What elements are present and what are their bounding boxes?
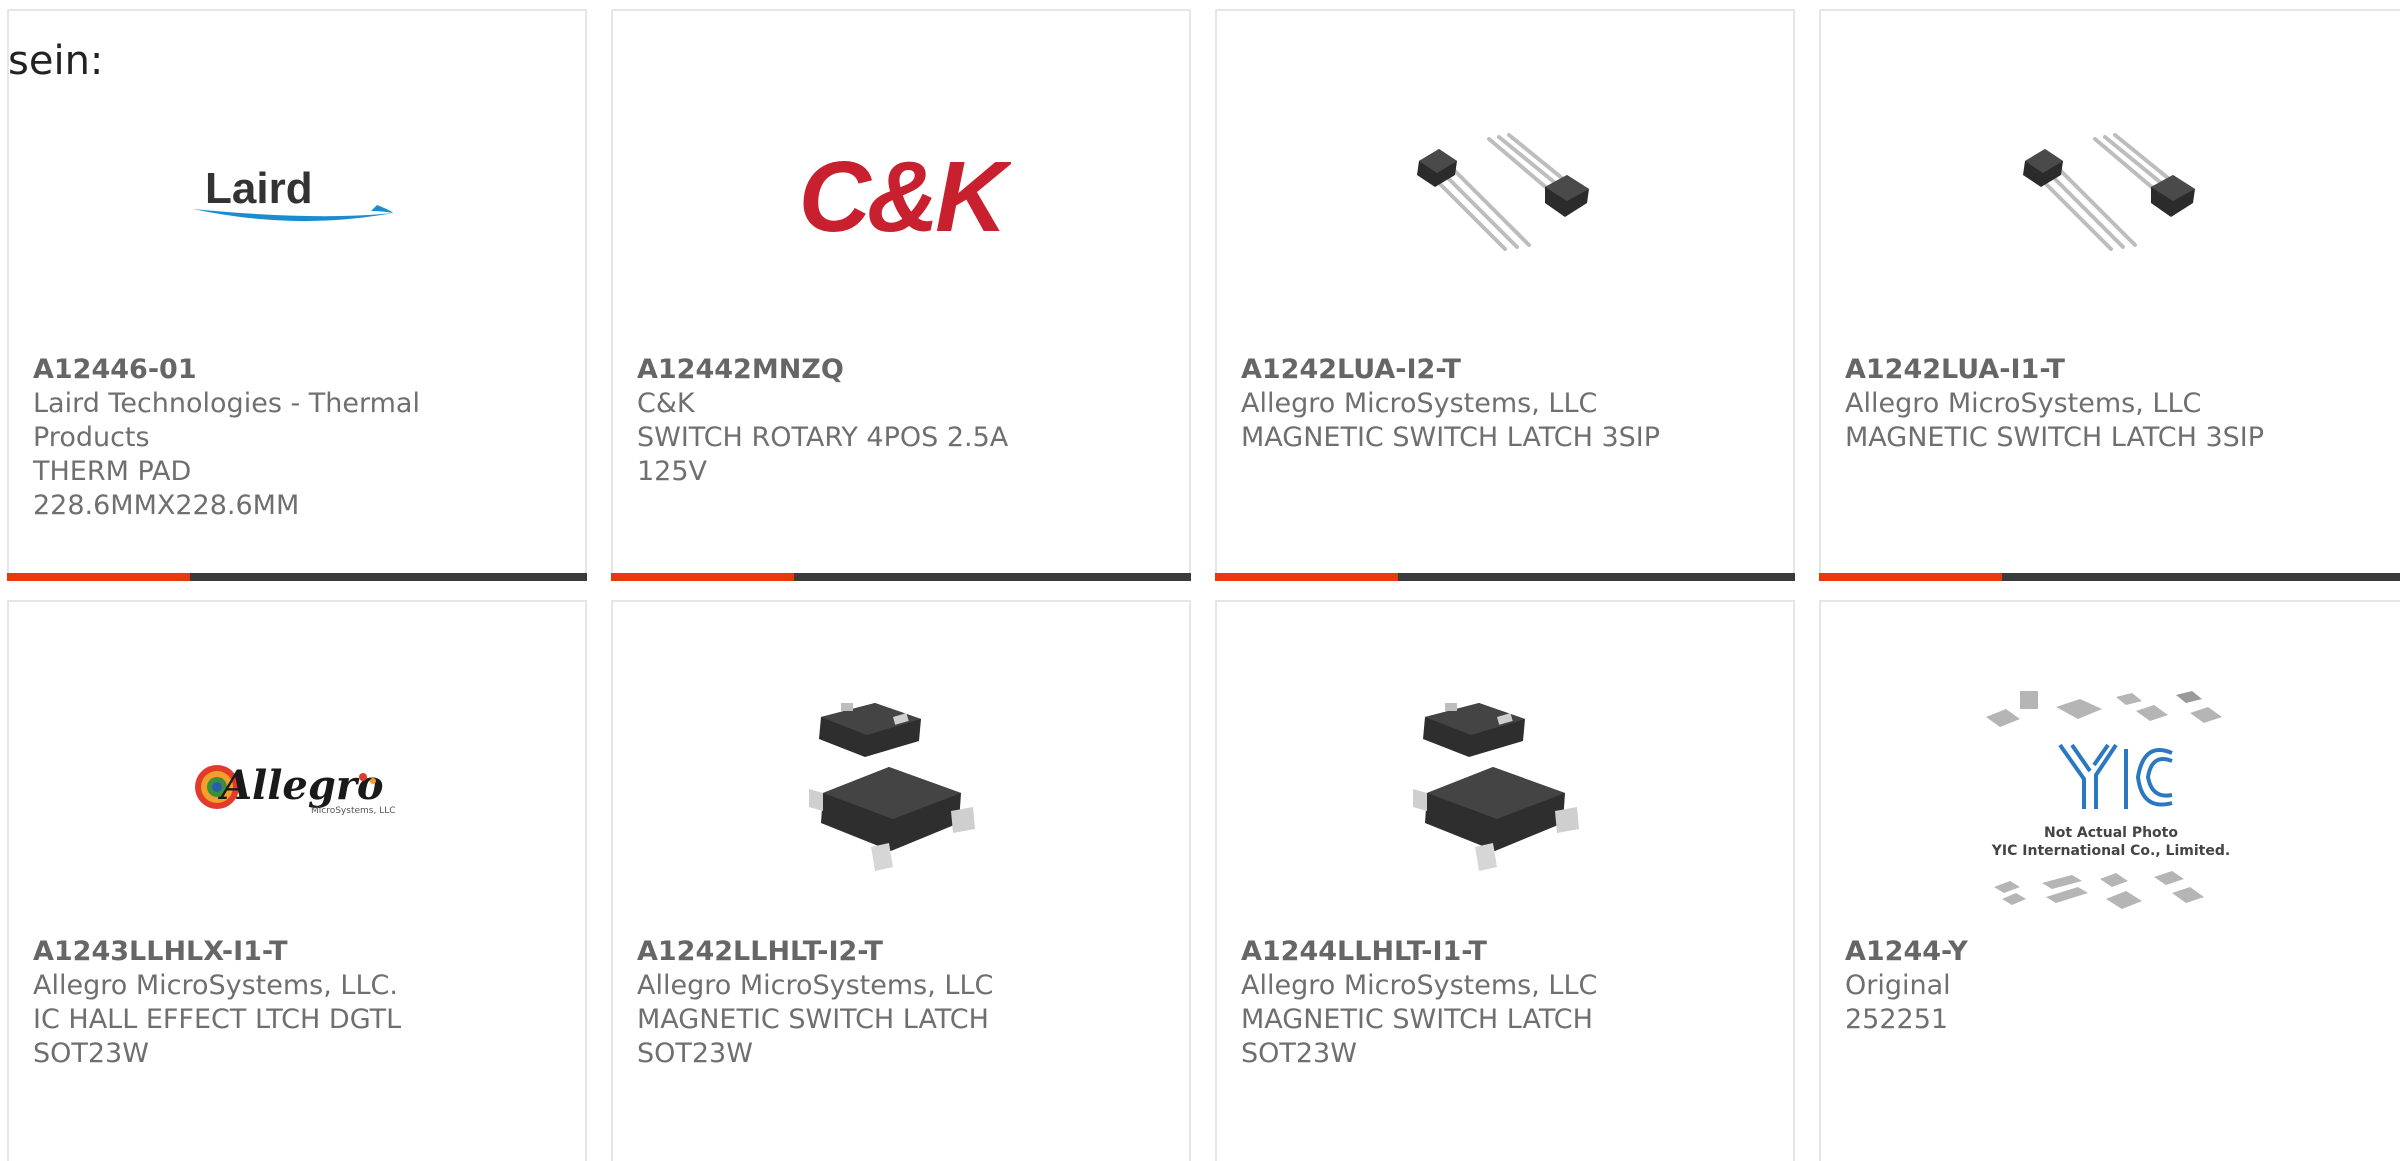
- product-image[interactable]: Allegro MicroSystems, LLC: [9, 662, 585, 912]
- product-image[interactable]: [1217, 662, 1793, 912]
- product-card[interactable]: Allegro MicroSystems, LLC A1243LLHLX-I1-…: [7, 600, 587, 1161]
- description: MAGNETIC SWITCH LATCH 3SIP: [1845, 422, 2265, 453]
- product-image[interactable]: C&K: [613, 71, 1189, 321]
- product-card[interactable]: Laird A12446-01 Laird Technologies - The…: [7, 9, 587, 581]
- page-caption: sein:: [8, 38, 104, 84]
- part-number[interactable]: A1242LUA-I1-T: [1845, 353, 2265, 387]
- yic-placeholder-icon: Not Actual Photo YIC International Co., …: [1985, 691, 2230, 909]
- svg-text:YIC International Co., Limited: YIC International Co., Limited.: [1990, 843, 2229, 859]
- product-info: A1242LLHLT-I2-T Allegro MicroSystems, LL…: [637, 935, 1057, 1071]
- to92-component-icon: [1417, 133, 1589, 251]
- part-number[interactable]: A1242LLHLT-I2-T: [637, 935, 1057, 969]
- card-bottom-bar-accent: [611, 573, 794, 581]
- product-image[interactable]: Not Actual Photo YIC International Co., …: [1821, 687, 2400, 927]
- description: MAGNETIC SWITCH LATCH SOT23W: [637, 1004, 989, 1069]
- manufacturer: Laird Technologies - Thermal Products: [33, 388, 420, 453]
- part-number[interactable]: A12446-01: [33, 353, 453, 387]
- svg-text:Not Actual Photo: Not Actual Photo: [2044, 825, 2178, 841]
- product-info: A1243LLHLX-I1-T Allegro MicroSystems, LL…: [33, 935, 453, 1071]
- svg-text:C&K: C&K: [799, 141, 1011, 251]
- product-info: A12442MNZQ C&K SWITCH ROTARY 4POS 2.5A 1…: [637, 353, 1057, 489]
- card-bottom-bar-accent: [7, 573, 190, 581]
- product-image[interactable]: [613, 662, 1189, 912]
- product-info: A1242LUA-I1-T Allegro MicroSystems, LLC …: [1845, 353, 2265, 455]
- to92-component-icon: [2022, 133, 2195, 251]
- description: 252251: [1845, 1004, 1949, 1035]
- product-card[interactable]: C&K A12442MNZQ C&K SWITCH ROTARY 4POS 2.…: [611, 9, 1191, 581]
- card-bottom-bar: [1819, 573, 2400, 581]
- product-image[interactable]: Laird: [9, 71, 585, 321]
- sot23-component-icon: [1413, 703, 1579, 871]
- product-info: A12446-01 Laird Technologies - Thermal P…: [33, 353, 453, 523]
- card-bottom-bar: [611, 573, 1191, 581]
- manufacturer: Allegro MicroSystems, LLC.: [33, 970, 398, 1001]
- product-card[interactable]: A1242LUA-I1-T Allegro MicroSystems, LLC …: [1819, 9, 2400, 581]
- description: IC HALL EFFECT LTCH DGTL SOT23W: [33, 1004, 402, 1069]
- description: MAGNETIC SWITCH LATCH 3SIP: [1241, 422, 1661, 453]
- part-number[interactable]: A1244-Y: [1845, 935, 2265, 969]
- product-info: A1244-Y Original 252251: [1845, 935, 2265, 1037]
- manufacturer: Allegro MicroSystems, LLC: [637, 970, 994, 1001]
- svg-text:Laird: Laird: [205, 164, 313, 213]
- card-bottom-bar: [1215, 573, 1795, 581]
- product-image[interactable]: [1821, 71, 2400, 321]
- description: THERM PAD 228.6MMX228.6MM: [33, 456, 300, 521]
- manufacturer: Original: [1845, 970, 1951, 1001]
- svg-text:Allegro: Allegro: [217, 762, 384, 809]
- manufacturer: Allegro MicroSystems, LLC: [1845, 388, 2202, 419]
- part-number[interactable]: A1242LUA-I2-T: [1241, 353, 1661, 387]
- card-bottom-bar: [7, 573, 587, 581]
- product-grid-page: sein: Laird A12446-01 Laird Technologies…: [0, 0, 2400, 1161]
- part-number[interactable]: A1244LLHLT-I1-T: [1241, 935, 1661, 969]
- card-bottom-bar-accent: [1819, 573, 2002, 581]
- product-info: A1244LLHLT-I1-T Allegro MicroSystems, LL…: [1241, 935, 1661, 1071]
- product-info: A1242LUA-I2-T Allegro MicroSystems, LLC …: [1241, 353, 1661, 455]
- ck-logo-icon: C&K: [799, 141, 1011, 251]
- manufacturer: Allegro MicroSystems, LLC: [1241, 388, 1598, 419]
- manufacturer: C&K: [637, 388, 695, 419]
- allegro-logo-icon: Allegro MicroSystems, LLC: [195, 762, 396, 816]
- part-number[interactable]: A12442MNZQ: [637, 353, 1057, 387]
- laird-logo-icon: Laird: [193, 164, 393, 222]
- part-number[interactable]: A1243LLHLX-I1-T: [33, 935, 453, 969]
- product-image[interactable]: [1217, 71, 1793, 321]
- description: MAGNETIC SWITCH LATCH SOT23W: [1241, 1004, 1593, 1069]
- card-bottom-bar-accent: [1215, 573, 1398, 581]
- manufacturer: Allegro MicroSystems, LLC: [1241, 970, 1598, 1001]
- product-card[interactable]: A1242LUA-I2-T Allegro MicroSystems, LLC …: [1215, 9, 1795, 581]
- product-card[interactable]: A1242LLHLT-I2-T Allegro MicroSystems, LL…: [611, 600, 1191, 1161]
- description: SWITCH ROTARY 4POS 2.5A 125V: [637, 422, 1009, 487]
- sot23-component-icon: [809, 703, 975, 871]
- product-card[interactable]: Not Actual Photo YIC International Co., …: [1819, 600, 2400, 1161]
- svg-text:MicroSystems, LLC: MicroSystems, LLC: [311, 806, 396, 816]
- product-card[interactable]: A1244LLHLT-I1-T Allegro MicroSystems, LL…: [1215, 600, 1795, 1161]
